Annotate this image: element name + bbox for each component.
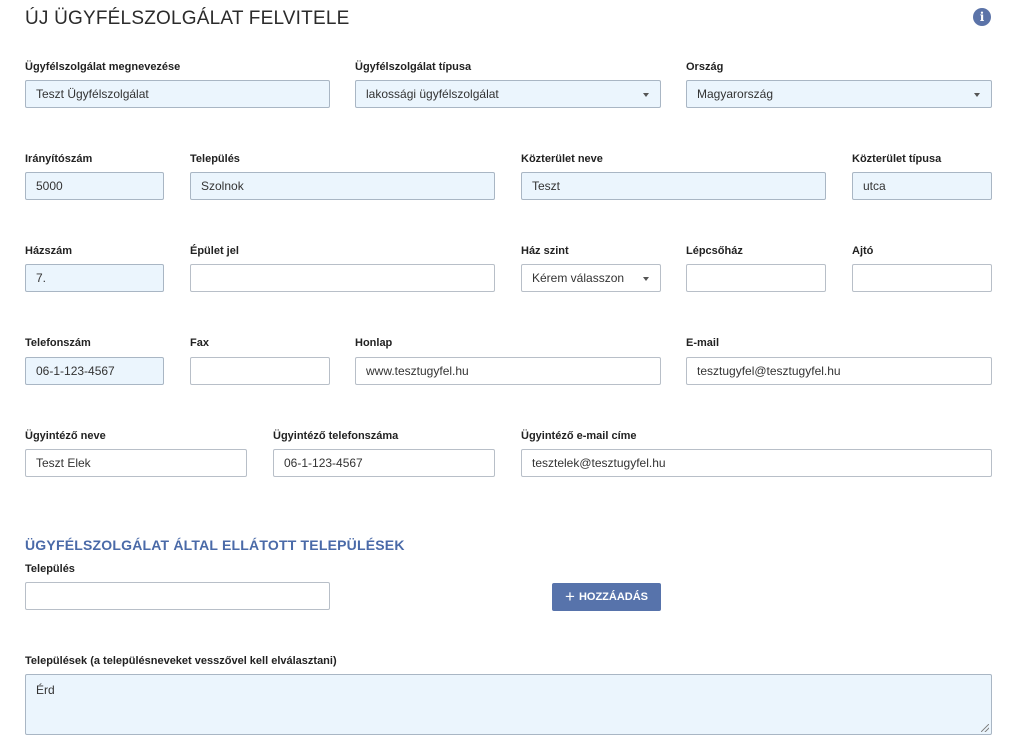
phone-input[interactable]: 06-1-123-4567 (25, 357, 164, 385)
settlements-section-title: ÜGYFÉLSZOLGÁLAT ÁLTAL ELLÁTOTT TELEPÜLÉS… (25, 537, 405, 553)
building-label: Épület jel (190, 245, 239, 257)
add-button-label: HOZZÁADÁS (578, 591, 648, 603)
agent-name-label: Ügyintéző neve (25, 430, 106, 442)
street-name-label: Közterület neve (521, 153, 603, 165)
agent-email-label: Ügyintéző e-mail címe (521, 430, 637, 442)
plus-icon: + (565, 586, 575, 606)
agent-phone-label: Ügyintéző telefonszáma (273, 430, 399, 442)
page-title: ÚJ ÜGYFÉLSZOLGÁLAT FELVITELE (25, 8, 350, 29)
floor-label: Ház szint (521, 245, 569, 257)
settlement-city-input[interactable] (25, 582, 330, 610)
door-input[interactable] (852, 264, 992, 292)
floor-select[interactable]: Kérem válasszon (521, 264, 661, 292)
street-type-label: Közterület típusa (852, 153, 942, 165)
staircase-label: Lépcsőház (686, 245, 743, 257)
phone-label: Telefonszám (25, 337, 91, 349)
door-label: Ajtó (852, 245, 874, 257)
city-input[interactable]: Szolnok (190, 172, 495, 200)
agent-phone-input[interactable]: 06-1-123-4567 (273, 449, 495, 477)
email-input[interactable]: tesztugyfel@tesztugyfel.hu (686, 357, 992, 385)
website-label: Honlap (355, 337, 393, 349)
resize-handle-icon[interactable] (981, 724, 989, 732)
chevron-down-icon (643, 277, 649, 281)
zip-input[interactable]: 5000 (25, 172, 164, 200)
email-label: E-mail (686, 337, 720, 349)
building-input[interactable] (190, 264, 495, 292)
street-name-input[interactable]: Teszt (521, 172, 826, 200)
country-select[interactable]: Magyarország (686, 80, 992, 108)
service-type-select[interactable]: lakossági ügyfélszolgálat (355, 80, 661, 108)
settlements-list-textarea[interactable]: Érd (25, 674, 992, 735)
agent-email-input[interactable]: tesztelek@tesztugyfel.hu (521, 449, 992, 477)
settlement-city-label: Település (25, 563, 75, 575)
agent-name-input[interactable]: Teszt Elek (25, 449, 247, 477)
staircase-input[interactable] (686, 264, 826, 292)
service-name-label: Ügyfélszolgálat megnevezése (25, 61, 181, 73)
info-icon[interactable]: i (973, 8, 991, 26)
fax-input[interactable] (190, 357, 330, 385)
service-name-input[interactable]: Teszt Ügyfélszolgálat (25, 80, 330, 108)
fax-label: Fax (190, 337, 209, 349)
chevron-down-icon (974, 93, 980, 97)
country-label: Ország (686, 61, 724, 73)
service-type-label: Ügyfélszolgálat típusa (355, 61, 472, 73)
settlements-list-label: Települések (a településneveket vesszőve… (25, 655, 337, 667)
house-number-label: Házszám (25, 245, 73, 257)
street-type-input[interactable]: utca (852, 172, 992, 200)
website-input[interactable]: www.tesztugyfel.hu (355, 357, 661, 385)
house-number-input[interactable]: 7. (25, 264, 164, 292)
chevron-down-icon (643, 93, 649, 97)
add-settlement-button[interactable]: + HOZZÁADÁS (552, 583, 661, 611)
city-label: Település (190, 153, 240, 165)
zip-label: Irányítószám (25, 153, 93, 165)
